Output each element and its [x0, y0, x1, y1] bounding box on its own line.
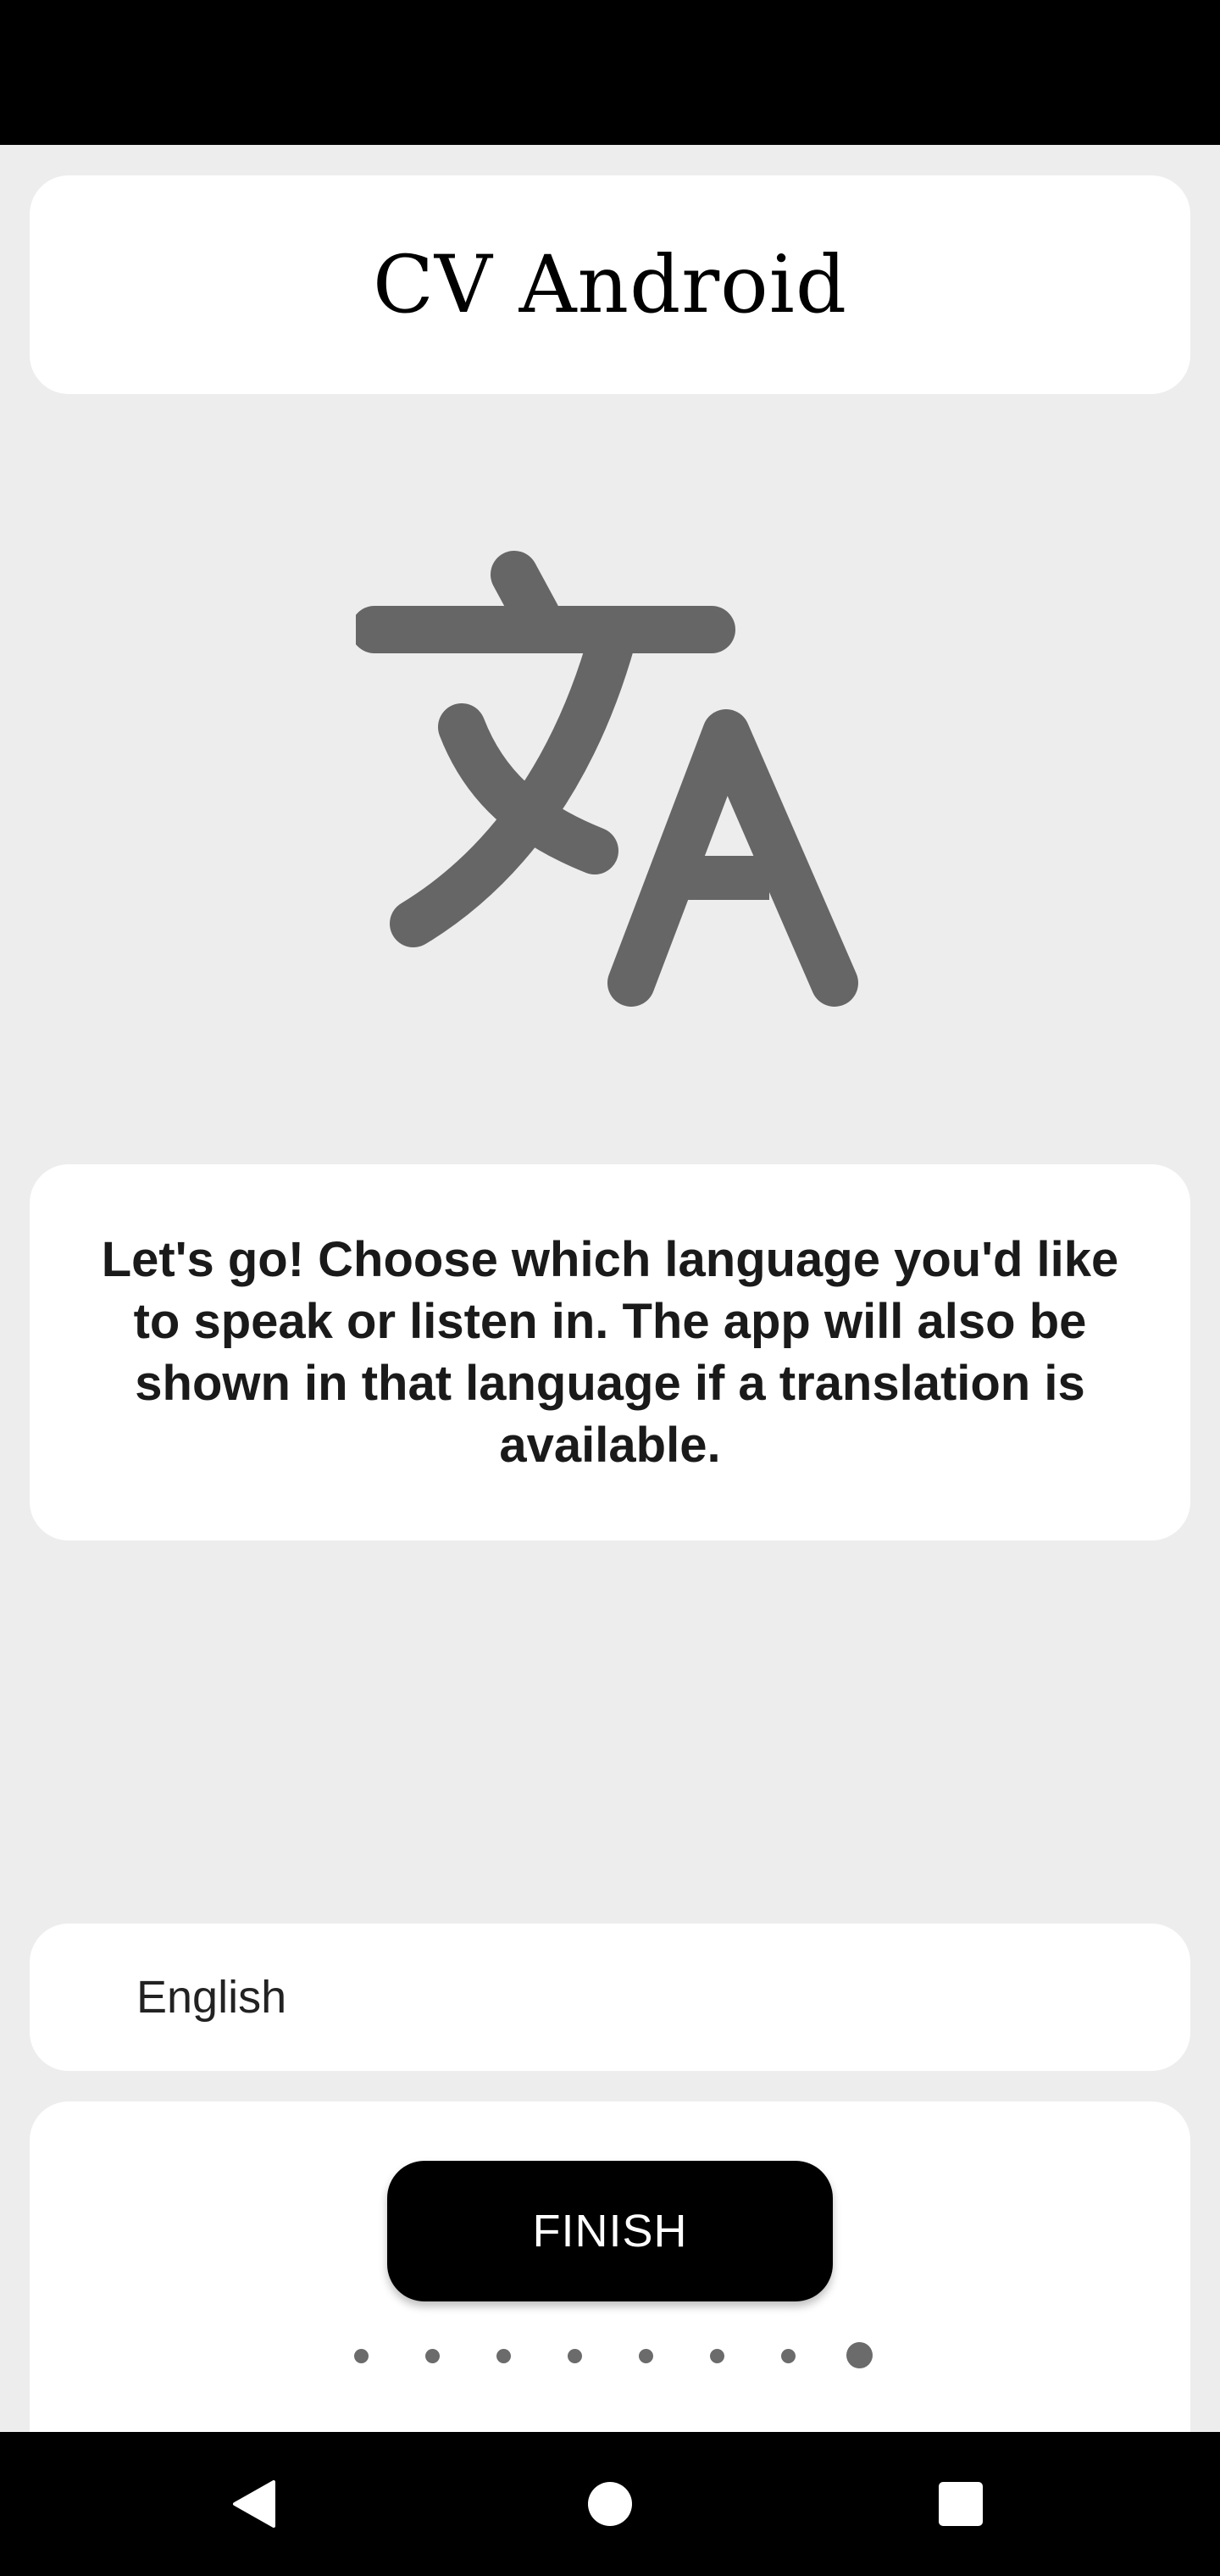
title-card: CV Android [30, 175, 1190, 394]
recents-icon [939, 2482, 983, 2526]
onboarding-message: Let's go! Choose which language you'd li… [101, 1232, 1119, 1473]
home-button[interactable] [568, 2462, 652, 2546]
language-selector[interactable]: English [30, 1924, 1190, 2071]
back-icon [233, 2480, 275, 2528]
back-button[interactable] [213, 2462, 297, 2546]
page-dot [639, 2349, 653, 2363]
message-card: Let's go! Choose which language you'd li… [30, 1164, 1190, 1541]
bottom-card: FINISH [30, 2101, 1190, 2457]
recents-button[interactable] [918, 2462, 1003, 2546]
status-bar [0, 0, 1220, 145]
page-dot [354, 2349, 369, 2363]
app-title: CV Android [372, 238, 848, 331]
home-icon [588, 2482, 632, 2526]
translate-icon [356, 551, 858, 1007]
page-dot-active [846, 2342, 873, 2368]
page-indicator [30, 2339, 1190, 2373]
language-selected-value: English [136, 1972, 287, 2023]
page-dot [425, 2349, 440, 2363]
page-dot [710, 2349, 724, 2363]
page-dot [496, 2349, 511, 2363]
page-dot [568, 2349, 582, 2363]
system-nav-bar [0, 2432, 1220, 2576]
page-dot [781, 2349, 796, 2363]
finish-button[interactable]: FINISH [387, 2161, 833, 2301]
